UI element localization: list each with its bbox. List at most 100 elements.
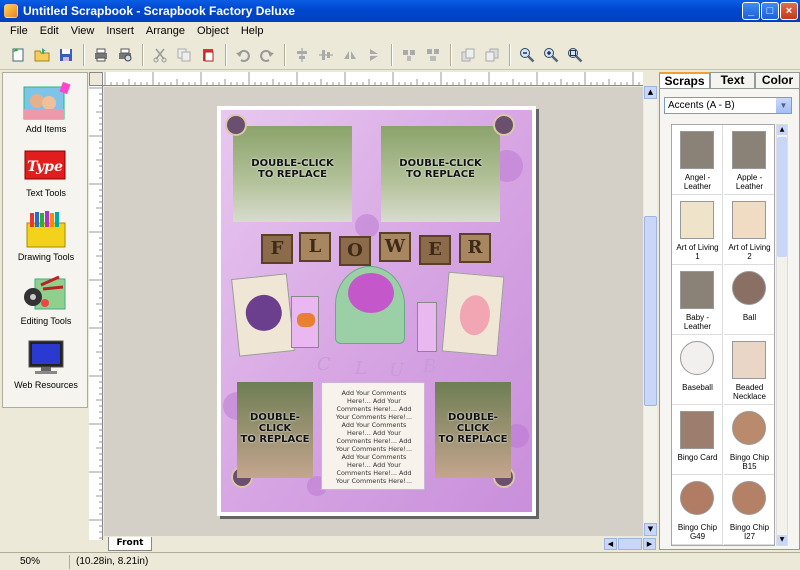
menu-insert[interactable]: Insert [100,25,140,37]
flip-horizontal-icon[interactable] [338,43,361,66]
scrap-item[interactable]: Baseball [672,335,723,405]
menu-arrange[interactable]: Arrange [140,25,191,37]
scrap-item[interactable]: Bingo Chip I27 [724,475,774,545]
copy-icon[interactable] [172,43,195,66]
text-tools-button[interactable]: Type Text Tools [3,141,89,205]
scrap-item[interactable]: Angel - Leather [672,125,723,195]
scrap-item[interactable]: Beaded Necklace [724,335,774,405]
open-icon[interactable] [30,43,53,66]
cut-icon[interactable] [148,43,171,66]
scroll-up-button[interactable]: ▲ [644,86,657,99]
flower-jar[interactable] [335,266,405,344]
photo-placeholder[interactable]: DOUBLE-CLICK TO REPLACE [381,126,500,222]
scroll-down-button[interactable]: ▼ [777,535,787,545]
canvas-area[interactable]: DOUBLE-CLICK TO REPLACE DOUBLE-CLICK TO … [104,87,643,536]
scroll-thumb[interactable] [777,137,787,257]
vintage-card[interactable] [441,271,505,357]
placeholder-label: DOUBLE-CLICK TO REPLACE [237,412,313,445]
tab-scraps[interactable]: Scraps [659,72,710,89]
menu-bar: File Edit View Insert Arrange Object Hel… [0,22,800,40]
letter-tile: E [419,235,451,265]
zoom-out-icon[interactable] [515,43,538,66]
editing-tools-button[interactable]: Editing Tools [3,269,89,333]
tab-color[interactable]: Color [755,72,800,88]
photo-placeholder[interactable]: DOUBLE-CLICK TO REPLACE [237,382,313,478]
align-middle-icon[interactable] [314,43,337,66]
send-backward-icon[interactable] [480,43,503,66]
print-icon[interactable] [89,43,112,66]
scroll-left-button[interactable]: ◀ [604,538,617,550]
club-letter: L [355,358,367,379]
toolbar-separator [391,43,392,66]
maximize-button[interactable]: □ [761,2,779,20]
scrap-item[interactable]: Apple - Leather [724,125,774,195]
placeholder-text: DOUBLE-CLICK TO REPLACE [240,412,310,445]
photo-placeholder[interactable]: DOUBLE-CLICK TO REPLACE [233,126,352,222]
group-icon[interactable] [397,43,420,66]
scrap-item[interactable]: Art of Living 1 [672,195,723,265]
title-tiles[interactable]: F L O W E R [261,232,491,266]
minimize-button[interactable]: _ [742,2,760,20]
scrap-label: Angel - Leather [683,173,712,191]
tab-front[interactable]: Front [108,537,152,551]
menu-file[interactable]: File [4,25,34,37]
paste-icon[interactable] [196,43,219,66]
butterfly-tag[interactable] [417,302,437,352]
scrapbook-page[interactable]: DOUBLE-CLICK TO REPLACE DOUBLE-CLICK TO … [217,106,536,516]
scroll-up-button[interactable]: ▲ [777,125,787,135]
redo-icon[interactable] [255,43,278,66]
zoom-fit-icon[interactable] [563,43,586,66]
scroll-down-button[interactable]: ▼ [644,523,657,536]
web-resources-button[interactable]: Web Resources [3,333,89,397]
drawing-tools-button[interactable]: Drawing Tools [3,205,89,269]
category-select[interactable]: Accents (A - B) ▼ [664,97,792,114]
add-items-button[interactable]: Add Items [3,77,89,141]
canvas-vertical-scrollbar[interactable]: ▲ ▼ [644,86,657,536]
scrap-item[interactable]: Ball [724,265,774,335]
close-button[interactable]: × [780,2,798,20]
menu-object[interactable]: Object [191,25,235,37]
new-icon[interactable] [6,43,29,66]
menu-help[interactable]: Help [235,25,270,37]
vintage-card[interactable] [231,273,295,357]
scrap-item[interactable]: Baby - Leather [672,265,723,335]
scrap-item[interactable]: Bingo Card [672,405,723,475]
scrap-thumbnail [680,481,714,515]
comment-text: Add Your Comments Here!... Add Your Comm… [335,389,413,485]
print-preview-icon[interactable] [113,43,136,66]
flip-vertical-icon[interactable] [362,43,385,66]
scroll-right-button[interactable]: ▶ [643,538,656,550]
tab-text[interactable]: Text [710,72,755,88]
scrap-label: Beaded Necklace [733,383,766,401]
ungroup-icon[interactable] [421,43,444,66]
align-center-icon[interactable] [290,43,313,66]
scroll-thumb[interactable] [644,216,657,406]
placeholder-label: DOUBLE-CLICK TO REPLACE [435,412,511,445]
scrap-thumbnail [732,131,766,169]
scrap-item[interactable]: Bingo Chip G49 [672,475,723,545]
scrap-item[interactable]: Bingo Chip B15 [724,405,774,475]
chevron-down-icon[interactable]: ▼ [776,98,791,113]
ruler-corner[interactable] [89,72,103,86]
type-icon: Type [21,145,71,187]
placeholder-text: DOUBLE-CLICK TO REPLACE [399,158,482,180]
gallery-scrollbar[interactable]: ▲ ▼ [776,124,788,546]
undo-icon[interactable] [231,43,254,66]
text-tools-label: Text Tools [26,188,66,198]
bring-forward-icon[interactable] [456,43,479,66]
menu-view[interactable]: View [65,25,101,37]
zoom-in-icon[interactable] [539,43,562,66]
title-bar: Untitled Scrapbook - Scrapbook Factory D… [0,0,800,22]
scrap-label: Ball [742,313,757,322]
butterfly-tag[interactable] [291,296,319,348]
flower-badge-icon[interactable] [225,114,247,136]
hscroll-thumb[interactable] [618,538,642,550]
scrap-label: Baseball [682,383,713,392]
photo-placeholder[interactable]: DOUBLE-CLICK TO REPLACE [435,382,511,478]
flower-badge-icon[interactable] [493,114,515,136]
comment-note[interactable]: Add Your Comments Here!... Add Your Comm… [321,382,425,490]
monitor-icon [21,337,71,379]
save-icon[interactable] [54,43,77,66]
scrap-item[interactable]: Art of Living 2 [724,195,774,265]
menu-edit[interactable]: Edit [34,25,65,37]
